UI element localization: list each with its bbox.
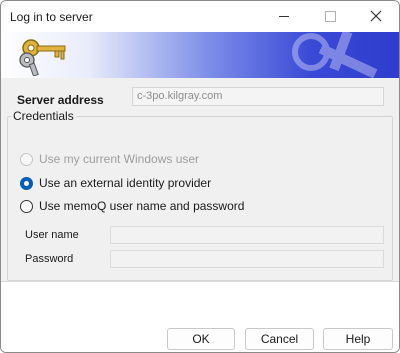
minimize-button[interactable] xyxy=(261,1,307,32)
header-banner xyxy=(1,32,399,78)
window-title: Log in to server xyxy=(10,10,93,24)
cancel-button[interactable]: Cancel xyxy=(245,328,314,350)
help-button[interactable]: Help xyxy=(323,328,393,350)
radio-button[interactable] xyxy=(20,176,33,190)
password-label: Password xyxy=(25,253,74,265)
banner-decoration xyxy=(292,32,378,78)
password-field[interactable] xyxy=(110,250,384,268)
radio-memoq-user[interactable]: Use memoQ user name and password xyxy=(20,198,244,214)
ok-button[interactable]: OK xyxy=(167,328,235,350)
username-label: User name xyxy=(25,229,79,241)
maximize-button xyxy=(307,1,353,32)
keys-icon xyxy=(19,39,66,76)
close-button[interactable] xyxy=(353,1,399,32)
radio-label[interactable]: Use an external identity provider xyxy=(39,176,211,190)
radio-windows-user: Use my current Windows user xyxy=(20,151,199,167)
radio-label: Use my current Windows user xyxy=(39,152,200,166)
credentials-legend: Credentials xyxy=(11,109,76,123)
close-icon xyxy=(370,10,382,22)
username-field[interactable] xyxy=(110,226,384,244)
radio-label[interactable]: Use memoQ user name and password xyxy=(39,199,244,213)
login-dialog: Log in to server Server address c-3po.ki… xyxy=(0,0,400,353)
title-bar: Log in to server xyxy=(1,1,399,32)
server-address-field[interactable]: c-3po.kilgray.com xyxy=(132,87,384,106)
server-address-label: Server address xyxy=(17,93,104,107)
radio-identity-provider[interactable]: Use an external identity provider xyxy=(20,175,211,191)
radio-button xyxy=(20,152,33,166)
radio-button[interactable] xyxy=(20,199,33,213)
